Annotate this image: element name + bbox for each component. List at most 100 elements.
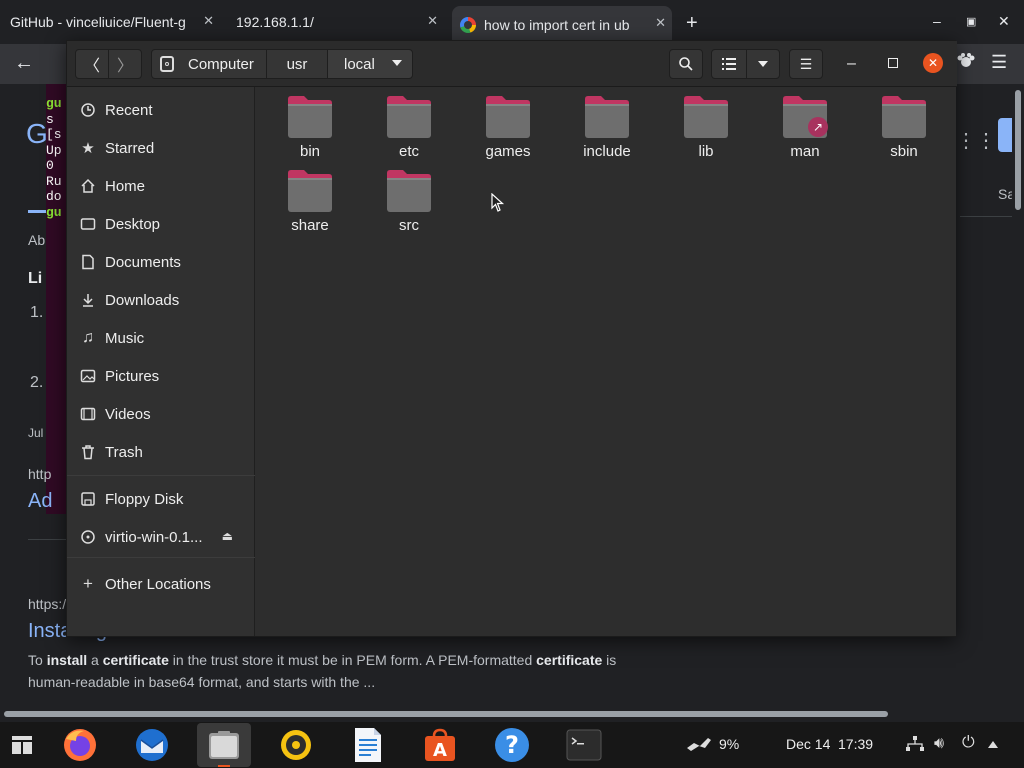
sidebar-item-floppy[interactable]: Floppy Disk: [67, 480, 255, 518]
sidebar-item-other-locations[interactable]: + Other Locations: [67, 565, 255, 603]
show-desktop-button[interactable]: [2, 725, 42, 765]
url-fragment: http: [28, 466, 52, 482]
tab-title: GitHub - vinceliuice/Fluent-g: [10, 14, 186, 30]
path-computer[interactable]: Computer: [151, 49, 267, 79]
snippet-bold: install: [46, 652, 88, 668]
result-link-fragment[interactable]: Ad: [28, 490, 52, 513]
desktop-icon: [79, 215, 97, 233]
terminal-line: [s: [46, 127, 62, 142]
taskbar-terminal[interactable]: [564, 725, 604, 765]
folder-item[interactable]: bin: [262, 95, 358, 165]
back-button[interactable]: 〈: [75, 49, 109, 79]
volume-icon[interactable]: 🔊︎: [934, 735, 944, 753]
maximize-icon[interactable]: ▣: [966, 15, 976, 28]
date-fragment: Jul: [28, 426, 44, 440]
close-icon[interactable]: ✕: [203, 13, 214, 29]
menu-icon[interactable]: ☰: [991, 52, 1007, 73]
search-button[interactable]: [669, 49, 703, 79]
sidebar-item-recent[interactable]: Recent: [67, 91, 255, 129]
minimize-icon[interactable]: –: [847, 55, 856, 73]
svg-text:A: A: [433, 740, 447, 761]
tab-github[interactable]: GitHub - vinceliuice/Fluent-g ✕: [0, 6, 220, 38]
scroll-thumb[interactable]: [1015, 90, 1021, 210]
view-list-button[interactable]: [711, 49, 747, 79]
terminal-fragment: gu s [s Up 0 Ru do gu: [46, 84, 66, 514]
battery-percent: 9%: [719, 736, 740, 752]
view-options-button[interactable]: [746, 49, 780, 79]
home-icon: [79, 177, 97, 195]
sidebar-item-trash[interactable]: Trash: [67, 433, 255, 471]
path-local[interactable]: local: [327, 49, 413, 79]
taskbar-firefox[interactable]: [60, 725, 100, 765]
maximize-icon[interactable]: [888, 58, 898, 68]
back-arrow-icon[interactable]: ←: [14, 52, 34, 75]
video-icon: [79, 405, 97, 423]
folder-item[interactable]: sbin: [856, 95, 952, 165]
tab-title: 192.168.1.1/: [236, 14, 314, 30]
extension-icon[interactable]: [956, 52, 976, 72]
taskbar-rhythmbox[interactable]: [276, 725, 316, 765]
clock-date[interactable]: Dec 14: [786, 736, 830, 752]
close-icon[interactable]: ✕: [655, 15, 666, 31]
sidebar-item-pictures[interactable]: Pictures: [67, 357, 255, 395]
close-icon[interactable]: ✕: [998, 13, 1010, 30]
taskbar-writer[interactable]: [348, 725, 388, 765]
clock-time[interactable]: 17:39: [838, 736, 873, 752]
forward-button[interactable]: 〉: [108, 49, 142, 79]
sidebar-item-documents[interactable]: Documents: [67, 243, 255, 281]
folder-item[interactable]: etc: [361, 95, 457, 165]
sidebar-separator: [67, 557, 255, 558]
hamburger-menu-button[interactable]: ☰: [789, 49, 823, 79]
places-sidebar: Recent ★ Starred Home Desktop Documents …: [67, 87, 255, 636]
folder-item[interactable]: ↗ man: [757, 95, 853, 165]
sidebar-item-label: Other Locations: [105, 575, 211, 593]
scroll-thumb[interactable]: [4, 711, 888, 717]
sidebar-item-home[interactable]: Home: [67, 167, 255, 205]
network-activity-icon[interactable]: [686, 734, 712, 757]
taskbar-files-active[interactable]: [197, 723, 251, 767]
folder-item[interactable]: lib: [658, 95, 754, 165]
folder-item[interactable]: share: [262, 169, 358, 239]
minimize-icon[interactable]: –: [933, 13, 941, 29]
eject-icon[interactable]: ⏏: [222, 529, 233, 543]
sidebar-item-videos[interactable]: Videos: [67, 395, 255, 433]
power-icon[interactable]: ⏻: [962, 734, 975, 752]
folder-item[interactable]: src: [361, 169, 457, 239]
picture-icon: [79, 367, 97, 385]
folder-name: share: [291, 217, 329, 234]
terminal-line: gu: [46, 96, 62, 111]
sidebar-item-starred[interactable]: ★ Starred: [67, 129, 255, 167]
result-snippet-line2: human-readable in base64 format, and sta…: [28, 674, 376, 690]
horizontal-scrollbar[interactable]: [0, 708, 1024, 722]
rhythmbox-icon: [281, 730, 311, 760]
path-usr[interactable]: usr: [266, 49, 328, 79]
tab-active-search[interactable]: how to import cert in ub ✕: [452, 6, 672, 44]
folder-name: include: [583, 143, 631, 160]
sidebar-item-downloads[interactable]: Downloads: [67, 281, 255, 319]
writer-icon: [355, 728, 381, 762]
taskbar-thunderbird[interactable]: [132, 725, 172, 765]
taskbar-software[interactable]: A: [420, 725, 460, 765]
network-icon[interactable]: [906, 736, 924, 755]
folder-name: lib: [698, 143, 714, 160]
close-icon: ✕: [927, 56, 939, 70]
file-manager-window: 〈 〉 Computer usr local ☰ – ✕ Recent ★ St…: [66, 40, 957, 637]
close-window-button[interactable]: ✕: [923, 53, 943, 73]
folder-item[interactable]: include: [559, 95, 655, 165]
sign-in-button-fragment[interactable]: [998, 118, 1012, 152]
sidebar-item-music[interactable]: ♫ Music: [67, 319, 255, 357]
about-fragment: Ab: [28, 232, 46, 248]
new-tab-button[interactable]: +: [686, 12, 698, 35]
sidebar-item-desktop[interactable]: Desktop: [67, 205, 255, 243]
close-icon[interactable]: ✕: [427, 13, 438, 29]
clock-icon: [79, 101, 97, 119]
taskbar-help[interactable]: ?: [492, 725, 532, 765]
tab-router[interactable]: 192.168.1.1/ ✕: [222, 6, 444, 38]
file-manager-headerbar: 〈 〉 Computer usr local ☰ – ✕: [67, 41, 957, 87]
sidebar-item-virtio[interactable]: virtio-win-0.1... ⏏: [67, 518, 255, 556]
chevron-up-icon[interactable]: [988, 741, 998, 748]
folder-item[interactable]: games: [460, 95, 556, 165]
workspace-icon: [12, 736, 32, 754]
vertical-scrollbar[interactable]: [1012, 84, 1024, 708]
sidebar-item-label: Pictures: [105, 367, 160, 385]
